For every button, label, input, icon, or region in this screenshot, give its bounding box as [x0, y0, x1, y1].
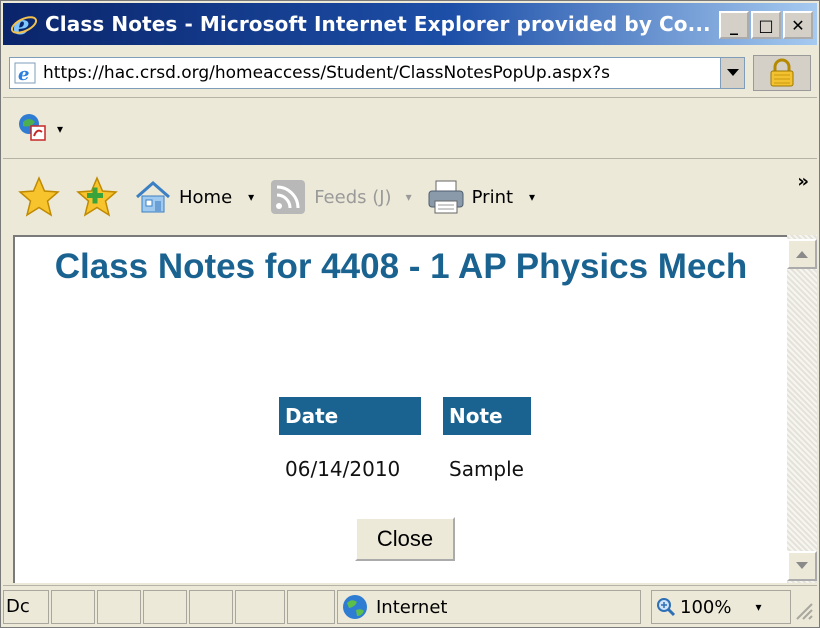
vertical-scrollbar[interactable] — [787, 235, 817, 583]
zoom-icon — [657, 598, 676, 617]
status-pane — [189, 590, 233, 624]
lock-icon — [770, 58, 794, 87]
arrow-down-icon — [796, 562, 808, 569]
close-button[interactable]: Close — [355, 517, 455, 561]
internet-explorer-icon: e — [9, 9, 39, 39]
feeds-dropdown-icon[interactable]: ▾ — [406, 190, 412, 204]
security-lock-button[interactable] — [753, 55, 811, 91]
feeds-label: Feeds (J) — [314, 186, 392, 208]
toolbar-overflow-icon[interactable]: » — [797, 171, 809, 192]
svg-text:e: e — [18, 64, 29, 84]
page-content: Class Notes for 4408 - 1 AP Physics Mech… — [13, 235, 787, 583]
zoom-control[interactable]: 100% ▾ — [651, 590, 791, 624]
chevron-down-icon — [726, 69, 739, 76]
zoom-dropdown-icon[interactable]: ▾ — [755, 600, 761, 614]
home-label: Home — [179, 186, 233, 208]
arrow-up-icon — [796, 251, 808, 258]
table-row: 06/14/2010 Sample — [279, 435, 531, 503]
links-toolbar-row: ▾ — [3, 99, 817, 159]
star-icon — [18, 176, 60, 217]
add-star-icon — [76, 176, 118, 217]
title-bar[interactable]: e Class Notes - Microsoft Internet Explo… — [3, 3, 817, 45]
scroll-down-button[interactable] — [787, 551, 817, 581]
maximize-button[interactable]: □ — [751, 11, 781, 39]
home-icon — [136, 181, 170, 213]
zoom-level: 100% — [680, 596, 732, 618]
command-bar: Home ▾ Feeds (J) ▾ Print ▾ » — [3, 161, 817, 233]
close-icon: ✕ — [791, 15, 805, 35]
note-date-cell: 06/14/2010 — [285, 457, 401, 481]
address-bar-row: e https://hac.crsd.org/homeaccess/Studen… — [3, 48, 817, 98]
scroll-up-button[interactable] — [787, 239, 817, 269]
home-button[interactable]: Home ▾ — [133, 177, 254, 217]
security-zone-pane[interactable]: Internet — [337, 590, 641, 624]
home-dropdown-icon[interactable]: ▾ — [248, 190, 254, 204]
minimize-icon: _ — [730, 15, 738, 35]
rss-feed-icon — [271, 180, 306, 214]
print-label: Print — [471, 186, 514, 208]
minimize-button[interactable]: _ — [719, 11, 749, 39]
close-window-button[interactable]: ✕ — [783, 11, 813, 39]
status-pane — [143, 590, 187, 624]
class-notes-table: Date Note 06/14/2010 Sample — [279, 397, 531, 503]
address-field[interactable]: e https://hac.crsd.org/homeaccess/Studen… — [9, 57, 745, 89]
column-header-note: Note — [443, 397, 531, 435]
status-pane — [51, 590, 95, 624]
globe-icon — [343, 595, 367, 619]
pdf-convert-icon[interactable] — [17, 112, 47, 146]
add-favorite-button[interactable] — [75, 175, 119, 219]
resize-grip-icon[interactable] — [791, 598, 813, 620]
page-icon: e — [13, 61, 37, 85]
maximize-icon: □ — [758, 15, 774, 35]
print-dropdown-icon[interactable]: ▾ — [529, 190, 535, 204]
feeds-button[interactable]: Feeds (J) ▾ — [268, 177, 412, 217]
note-text-cell: Sample — [449, 457, 524, 481]
favorites-center-button[interactable] — [17, 175, 61, 219]
security-zone-label: Internet — [376, 596, 448, 618]
print-button[interactable]: Print ▾ — [426, 177, 535, 217]
status-text: Dc — [6, 596, 30, 617]
window-title: Class Notes - Microsoft Internet Explore… — [45, 12, 711, 36]
column-header-date: Date — [279, 397, 421, 435]
pdf-dropdown-icon[interactable]: ▾ — [57, 122, 63, 136]
status-pane — [235, 590, 285, 624]
status-pane — [97, 590, 141, 624]
status-pane — [287, 590, 335, 624]
browser-popup-window: e Class Notes - Microsoft Internet Explo… — [0, 0, 820, 628]
printer-icon — [428, 180, 464, 214]
address-url: https://hac.crsd.org/homeaccess/Student/… — [43, 63, 611, 83]
page-title: Class Notes for 4408 - 1 AP Physics Mech — [54, 247, 748, 286]
status-text-pane: Dc — [3, 590, 49, 624]
status-bar: Dc Internet 100% ▾ — [3, 585, 817, 627]
address-dropdown-button[interactable] — [720, 58, 744, 88]
